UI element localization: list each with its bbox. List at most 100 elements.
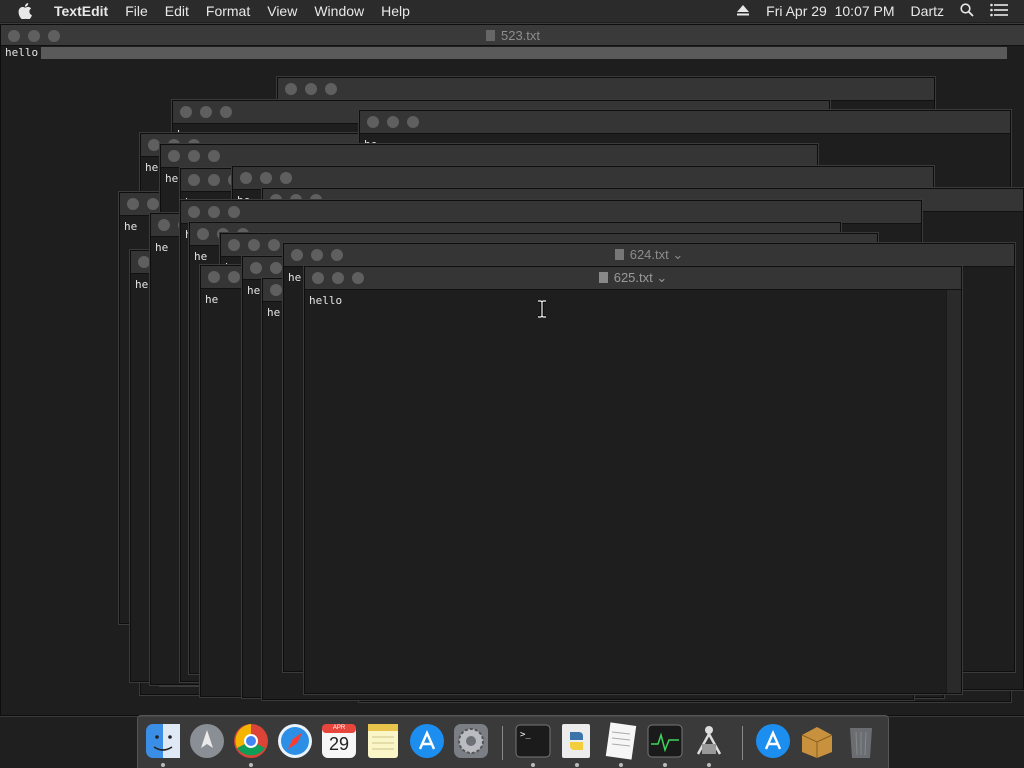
window-titlebar[interactable]: 523.txt [1, 25, 1024, 46]
traffic-lights [367, 116, 427, 128]
dock-launchpad-icon[interactable] [188, 722, 226, 760]
minimize-button[interactable] [147, 198, 159, 210]
close-button[interactable] [197, 228, 209, 240]
zoom-button[interactable] [268, 239, 280, 251]
menubar-clock[interactable]: Fri Apr 29 10:07 PM [766, 3, 894, 19]
document-text[interactable]: he [145, 161, 158, 174]
document-text[interactable]: hello [309, 294, 342, 307]
close-button[interactable] [127, 198, 139, 210]
close-button[interactable] [148, 139, 160, 151]
minimize-button[interactable] [270, 262, 282, 274]
vertical-scrollbar[interactable] [946, 290, 961, 693]
window-titlebar[interactable]: 624.txt ⌄ [284, 244, 1014, 267]
minimize-button[interactable] [188, 150, 200, 162]
dock-notes-icon[interactable] [364, 722, 402, 760]
window-titlebar[interactable] [360, 111, 1010, 134]
close-button[interactable] [367, 116, 379, 128]
window-titlebar[interactable] [181, 201, 921, 224]
minimize-button[interactable] [228, 271, 240, 283]
document-text[interactable]: he [135, 278, 148, 291]
document-text[interactable]: he [267, 306, 280, 319]
dock-activity-monitor-icon[interactable] [646, 722, 684, 760]
dock-safari-icon[interactable] [276, 722, 314, 760]
dock-app-store-download-icon[interactable] [754, 722, 792, 760]
menu-edit[interactable]: Edit [165, 0, 189, 22]
traffic-lights [285, 83, 345, 95]
document-text[interactable]: he [194, 250, 207, 263]
dock-installer-package-icon[interactable] [798, 722, 836, 760]
dock-terminal-icon[interactable]: >_ [514, 722, 552, 760]
dock-directory-utility-icon[interactable] [690, 722, 728, 760]
window-titlebar[interactable]: 625.txt ⌄ [305, 267, 961, 290]
dock-system-preferences-icon[interactable] [452, 722, 490, 760]
document-text[interactable]: hello [5, 46, 38, 59]
zoom-button[interactable] [280, 172, 292, 184]
minimize-button[interactable] [260, 172, 272, 184]
close-button[interactable] [188, 174, 200, 186]
zoom-button[interactable] [407, 116, 419, 128]
dock-python-launcher-icon[interactable] [558, 722, 596, 760]
minimize-button[interactable] [305, 83, 317, 95]
dock-app-store-icon[interactable] [408, 722, 446, 760]
document-icon [614, 249, 624, 260]
minimize-button[interactable] [200, 106, 212, 118]
document-text[interactable]: he [288, 271, 301, 284]
eject-icon[interactable] [736, 3, 750, 19]
menu-window[interactable]: Window [314, 0, 364, 22]
dock-textedit-icon[interactable] [602, 722, 640, 760]
close-button[interactable] [270, 284, 282, 296]
chevron-down-icon[interactable]: ⌄ [656, 270, 667, 285]
textedit-window-625[interactable]: 625.txt ⌄ hello [304, 266, 962, 694]
dock-finder-icon[interactable] [144, 722, 182, 760]
running-indicator [663, 763, 667, 767]
document-text[interactable]: he [155, 241, 168, 254]
traffic-lights [240, 172, 300, 184]
spotlight-search-icon[interactable] [960, 2, 974, 20]
zoom-button[interactable] [325, 83, 337, 95]
minimize-button[interactable] [387, 116, 399, 128]
close-button[interactable] [250, 262, 262, 274]
close-button[interactable] [228, 239, 240, 251]
notification-center-icon[interactable] [990, 3, 1008, 20]
running-indicator [249, 763, 253, 767]
document-text[interactable]: he [247, 284, 260, 297]
menu-help[interactable]: Help [381, 0, 410, 22]
minimize-button[interactable] [248, 239, 260, 251]
app-menu-textedit[interactable]: TextEdit [54, 0, 108, 22]
dock-calendar-icon[interactable]: APR 29 [320, 722, 358, 760]
traffic-lights [188, 206, 248, 218]
close-button[interactable] [168, 150, 180, 162]
menu-view[interactable]: View [267, 0, 297, 22]
window-titlebar[interactable] [161, 145, 817, 168]
menu-file[interactable]: File [125, 0, 148, 22]
window-titlebar[interactable] [278, 78, 934, 101]
dock-trash-icon[interactable] [842, 722, 880, 760]
dock-chrome-icon[interactable] [232, 722, 270, 760]
close-button[interactable] [158, 219, 170, 231]
menubar-user[interactable]: Dartz [911, 3, 944, 19]
chevron-down-icon[interactable]: ⌄ [672, 247, 683, 262]
apple-menu-icon[interactable] [18, 3, 36, 19]
document-text[interactable]: he [124, 220, 137, 233]
close-button[interactable] [208, 271, 220, 283]
traffic-lights [228, 239, 288, 251]
close-button[interactable] [180, 106, 192, 118]
selection-bar [41, 47, 1007, 59]
running-indicator [161, 763, 165, 767]
dock-separator [742, 726, 743, 760]
close-button[interactable] [188, 206, 200, 218]
document-text[interactable]: he [205, 293, 218, 306]
window-titlebar[interactable] [233, 167, 933, 190]
menu-format[interactable]: Format [206, 0, 250, 22]
text-cursor-icon [536, 299, 548, 323]
zoom-button[interactable] [220, 106, 232, 118]
close-button[interactable] [138, 256, 150, 268]
document-text[interactable]: he [165, 172, 178, 185]
zoom-button[interactable] [228, 206, 240, 218]
minimize-button[interactable] [208, 206, 220, 218]
zoom-button[interactable] [208, 150, 220, 162]
close-button[interactable] [240, 172, 252, 184]
close-button[interactable] [285, 83, 297, 95]
minimize-button[interactable] [208, 174, 220, 186]
running-indicator [531, 763, 535, 767]
